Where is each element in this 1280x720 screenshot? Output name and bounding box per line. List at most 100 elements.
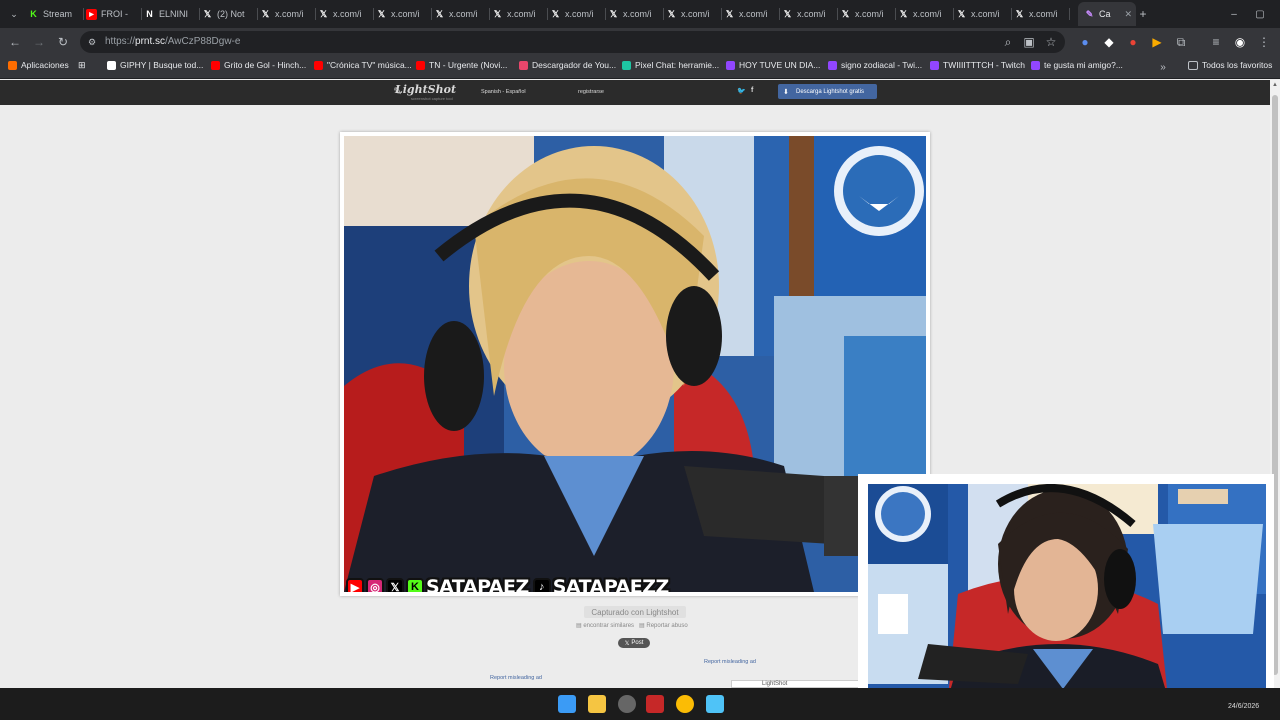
extensions-puzzle-icon[interactable]: ⧉: [1173, 34, 1189, 50]
tab-15[interactable]: 𝕏x.com/i: [898, 4, 950, 24]
tab-active[interactable]: ✎ Ca ✕: [1078, 2, 1136, 26]
reload-icon[interactable]: ↻: [55, 34, 71, 50]
windows-start-icon[interactable]: [558, 695, 576, 713]
x-icon: 𝕏: [624, 640, 630, 647]
tab-label: Stream: [43, 9, 73, 19]
tab-6[interactable]: 𝕏x.com/i: [376, 4, 428, 24]
find-similar-link[interactable]: encontrar similares: [583, 623, 634, 629]
scroll-up-icon[interactable]: ▲: [1272, 82, 1278, 88]
forward-icon[interactable]: →: [31, 34, 47, 50]
language-selector[interactable]: Spanish - Español: [481, 89, 526, 95]
new-tab-icon[interactable]: +: [1135, 6, 1151, 22]
facebook-icon[interactable]: f: [751, 87, 753, 94]
tab-12[interactable]: 𝕏x.com/i: [724, 4, 776, 24]
tab-9[interactable]: 𝕏x.com/i: [550, 4, 602, 24]
tab-label: FROI -: [101, 9, 128, 19]
site-info-icon[interactable]: ⚙: [84, 34, 100, 50]
instagram-icon: ◎: [366, 578, 384, 592]
webcam-overlay[interactable]: [868, 484, 1266, 698]
news-app-icon[interactable]: [646, 695, 664, 713]
tab-0[interactable]: K Stream: [28, 4, 80, 24]
tab-search-chevron-icon[interactable]: ⌄: [6, 6, 22, 22]
tab-14[interactable]: 𝕏x.com/i: [840, 4, 892, 24]
tab-separator: [953, 8, 954, 20]
x-icon: 𝕏: [783, 8, 792, 19]
kick-handle: SATAPAEZ: [426, 576, 529, 592]
x-post-button[interactable]: 𝕏 Post: [618, 638, 650, 648]
tab-separator: [837, 8, 838, 20]
bookmark-label: Aplicaciones: [21, 60, 69, 70]
bookmark-star-icon[interactable]: ☆: [1043, 34, 1059, 50]
bookmark-4[interactable]: TN - Urgente (Novi...: [416, 60, 507, 70]
tab-8[interactable]: 𝕏x.com/i: [492, 4, 544, 24]
bookmark-5[interactable]: Descargador de You...: [519, 60, 616, 70]
app-circle-icon[interactable]: [618, 695, 636, 713]
x-icon: 𝕏: [493, 8, 502, 19]
tab-3[interactable]: 𝕏 (2) Not: [202, 4, 254, 24]
x-icon: 𝕏: [551, 8, 560, 19]
url-text[interactable]: https://prnt.sc/AwCzP88Dgw-e: [105, 36, 240, 47]
download-lightshot-button[interactable]: ⬇ Descarga Lightshot gratis: [778, 84, 877, 99]
tab-label: x.com/i: [681, 9, 710, 19]
back-icon[interactable]: ←: [7, 34, 23, 50]
report-ad-link-1[interactable]: Report misleading ad: [704, 659, 756, 665]
bookmark-2[interactable]: Grito de Gol - Hinch...: [211, 60, 306, 70]
all-bookmarks[interactable]: Todos los favoritos: [1188, 60, 1272, 70]
reading-list-icon[interactable]: ≡: [1208, 34, 1224, 50]
tiktok-handle: SATAPAEZZ: [552, 576, 670, 592]
tab-1[interactable]: ▶ FROI -: [86, 4, 138, 24]
bookmark-6[interactable]: Pixel Chat: herramie...: [622, 60, 719, 70]
tab-4[interactable]: 𝕏x.com/i: [260, 4, 312, 24]
all-bookmarks-label: Todos los favoritos: [1202, 60, 1273, 70]
screenshot-icon[interactable]: ▣: [1021, 34, 1037, 50]
file-explorer-icon[interactable]: [588, 695, 606, 713]
tab-2[interactable]: N ELNINI: [144, 4, 196, 24]
tab-5[interactable]: 𝕏x.com/i: [318, 4, 370, 24]
zoom-search-icon[interactable]: ⌕: [1000, 34, 1016, 50]
bookmark-10[interactable]: te gusta mi amigo?...: [1031, 60, 1123, 70]
bookmark-7[interactable]: HOY TUVE UN DIA...: [726, 60, 820, 70]
bookmark-favicon-icon: [211, 60, 220, 70]
tab-separator: [489, 8, 490, 20]
tab-11[interactable]: 𝕏x.com/i: [666, 4, 718, 24]
extension-translate-icon[interactable]: ●: [1077, 34, 1093, 50]
tab-separator: [431, 8, 432, 20]
bookmark-label: Grito de Gol - Hinch...: [224, 60, 307, 70]
bookmark-1[interactable]: GIPHY | Busque tod...: [107, 60, 203, 70]
lightshot-logo[interactable]: LightShot: [395, 83, 456, 96]
kick-icon: K: [406, 578, 424, 592]
bookmark-9[interactable]: TWIIIITTTCH - Twitch: [930, 60, 1025, 70]
extension-play-icon[interactable]: ▶: [1149, 34, 1165, 50]
report-abuse-link[interactable]: Reportar abuso: [646, 623, 687, 629]
profile-avatar-icon[interactable]: ◉: [1232, 34, 1248, 50]
more-bookmarks-icon[interactable]: »: [1155, 59, 1171, 75]
maximize-icon[interactable]: ▢: [1252, 6, 1268, 22]
ns-icon: N: [146, 9, 153, 19]
screenshot-image[interactable]: ▶ ◎ 𝕏 K SATAPAEZ ♪ SATAPAEZZ: [344, 136, 926, 592]
tab-separator: [663, 8, 664, 20]
twitter-icon[interactable]: 🐦: [737, 87, 746, 95]
close-icon[interactable]: ✕: [1124, 9, 1132, 20]
apps-grid-icon[interactable]: ⊞: [78, 60, 86, 71]
tab-13[interactable]: 𝕏x.com/i: [782, 4, 834, 24]
tab-10[interactable]: 𝕏x.com/i: [608, 4, 660, 24]
notepad-icon[interactable]: [706, 695, 724, 713]
chrome-icon[interactable]: [676, 695, 694, 713]
minimize-icon[interactable]: –: [1226, 6, 1242, 22]
extension-red-icon[interactable]: ●: [1125, 34, 1141, 50]
tab-7[interactable]: 𝕏x.com/i: [434, 4, 486, 24]
x-icon: 𝕏: [609, 8, 618, 19]
ad-banner[interactable]: LightShot: [731, 680, 859, 688]
register-link[interactable]: registrarse: [578, 89, 604, 95]
extension-diamond-icon[interactable]: ◆: [1101, 34, 1117, 50]
bookmark-3[interactable]: "Crónica TV" música...: [314, 60, 412, 70]
tab-17[interactable]: 𝕏x.com/i: [1014, 4, 1066, 24]
bookmark-0[interactable]: Aplicaciones: [8, 60, 69, 70]
bookmark-8[interactable]: signo zodiacal - Twi...: [828, 60, 922, 70]
x-icon: 𝕏: [203, 8, 212, 19]
report-ad-link-2[interactable]: Report misleading ad: [490, 675, 542, 681]
tab-strip: ⌄ K Stream ▶ FROI - N ELNINI 𝕏 (2) Not 𝕏x.com/i 𝕏…: [0, 0, 1280, 28]
tab-16[interactable]: 𝕏x.com/i: [956, 4, 1008, 24]
menu-kebab-icon[interactable]: ⋮: [1256, 34, 1272, 50]
tab-label: x.com/i: [1029, 9, 1058, 19]
